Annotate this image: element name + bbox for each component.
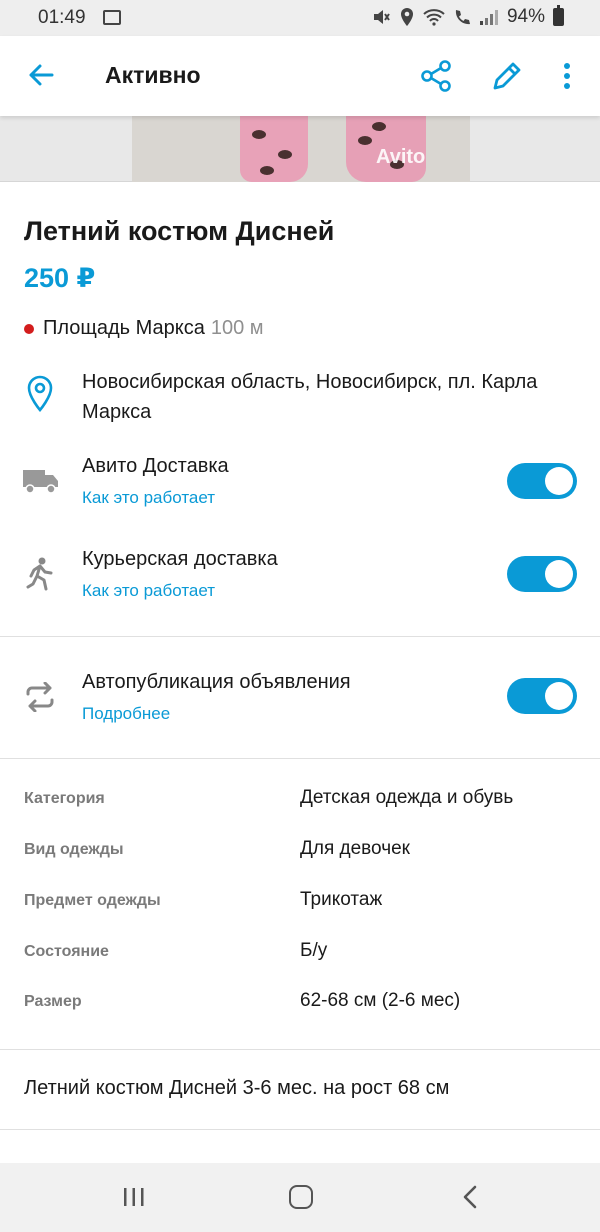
param-label-clothing-type: Вид одежды: [24, 841, 124, 858]
listing-title: Летний костюм Дисней: [24, 216, 335, 246]
toggle-knob: [545, 682, 573, 710]
mute-icon: [373, 10, 390, 24]
metro-station-name: Площадь Маркса: [43, 317, 205, 339]
app-bar: Активно: [0, 36, 600, 116]
system-nav-bar: [0, 1163, 600, 1232]
param-label-clothing-item: Предмет одежды: [24, 892, 161, 909]
location-pin-icon: [27, 375, 53, 413]
courier-delivery-how-link[interactable]: Как это работает: [82, 581, 215, 601]
truck-icon: [23, 470, 58, 494]
courier-walking-icon: [26, 557, 53, 591]
status-time: 01:49: [38, 7, 86, 28]
section-divider: [0, 1049, 600, 1050]
leopard-spot: [372, 122, 386, 131]
toggle-knob: [545, 467, 573, 495]
listing-price: 250 ₽: [24, 263, 96, 293]
leopard-spot: [358, 136, 372, 145]
back-arrow-icon[interactable]: [24, 58, 58, 92]
metro-station: Площадь Маркса 100 м: [24, 317, 264, 340]
photo-watermark: Avito: [376, 146, 426, 168]
share-icon[interactable]: [418, 58, 454, 94]
param-value-condition: Б/у: [300, 940, 328, 961]
section-divider: [0, 1129, 600, 1130]
toggle-knob: [545, 560, 573, 588]
leopard-spot: [260, 166, 274, 175]
courier-delivery-label: Курьерская доставка: [82, 548, 278, 570]
avito-delivery-toggle[interactable]: [507, 463, 577, 499]
autopublish-more-link[interactable]: Подробнее: [82, 704, 170, 724]
param-label-size: Размер: [24, 993, 82, 1010]
leopard-spot: [278, 150, 292, 159]
photo-gallery[interactable]: Avito: [0, 116, 600, 182]
autopublish-label: Автопубликация объявления: [82, 671, 351, 693]
section-divider: [0, 636, 600, 637]
location-icon: [400, 8, 413, 26]
listing-description: Летний костюм Дисней 3-6 мес. на рост 68…: [24, 1077, 450, 1099]
metro-distance: 100 м: [210, 317, 264, 339]
param-value-size: 62-68 см (2-6 мес): [300, 990, 461, 1011]
param-value-category: Детская одежда и обувь: [300, 787, 514, 808]
signal-icon: [479, 10, 498, 25]
photo-garment-left: [240, 116, 308, 182]
autopublish-toggle[interactable]: [507, 678, 577, 714]
param-value-clothing-item: Трикотаж: [300, 889, 383, 910]
call-icon: [455, 10, 470, 25]
param-label-condition: Состояние: [24, 943, 109, 960]
listing-photo[interactable]: Avito: [132, 116, 470, 182]
avito-delivery-how-link[interactable]: Как это работает: [82, 488, 215, 508]
repeat-icon: [26, 682, 54, 712]
listing-address: Новосибирская область, Новосибирск, пл. …: [82, 371, 538, 423]
home-icon[interactable]: [289, 1185, 313, 1209]
page-title: Активно: [105, 62, 201, 88]
param-label-category: Категория: [24, 790, 105, 807]
edit-pencil-icon[interactable]: [489, 58, 525, 94]
status-icons: 94%: [371, 5, 564, 28]
battery-icon: [553, 5, 564, 26]
param-value-clothing-type: Для девочек: [300, 838, 410, 859]
gallery-notification-icon: [103, 10, 121, 25]
more-vert-icon[interactable]: [553, 58, 581, 94]
leopard-spot: [252, 130, 266, 139]
wifi-icon: [423, 9, 445, 26]
battery-percent: 94%: [506, 6, 545, 27]
recents-icon[interactable]: [122, 1187, 146, 1207]
avito-delivery-label: Авито Доставка: [82, 455, 229, 477]
status-bar: 01:49 94%: [0, 0, 600, 36]
section-divider: [0, 758, 600, 759]
metro-line-dot: [24, 323, 34, 334]
nav-back-icon[interactable]: [460, 1185, 480, 1209]
courier-delivery-toggle[interactable]: [507, 556, 577, 592]
